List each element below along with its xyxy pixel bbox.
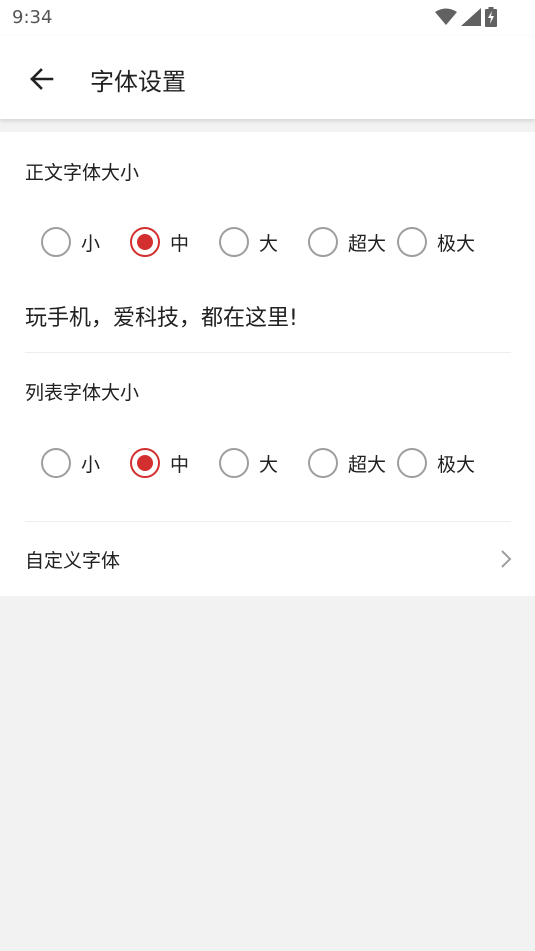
body-font-radio-small[interactable]: 小 bbox=[41, 226, 100, 258]
divider bbox=[25, 352, 511, 353]
list-font-radio-huge[interactable]: 极大 bbox=[397, 447, 475, 479]
body-font-radio-huge[interactable]: 极大 bbox=[397, 226, 475, 258]
list-font-radio-small[interactable]: 小 bbox=[41, 447, 100, 479]
font-settings-panel: 正文字体大小 小 中 大 超大 极大 玩手机，爱科技，都在这里! 列表字体大小 … bbox=[0, 132, 535, 596]
radio-label: 极大 bbox=[437, 232, 476, 255]
radio-dot bbox=[137, 234, 153, 250]
radio-button[interactable] bbox=[397, 227, 427, 257]
radio-button-checked[interactable] bbox=[130, 448, 160, 478]
app-bar: 字体设置 bbox=[0, 36, 535, 119]
battery-charging-icon bbox=[485, 7, 497, 27]
page-title: 字体设置 bbox=[90, 68, 186, 96]
font-preview-text: 玩手机，爱科技，都在这里! bbox=[25, 306, 298, 331]
body-font-size-title: 正文字体大小 bbox=[25, 162, 140, 184]
wifi-icon bbox=[435, 8, 457, 25]
back-button[interactable] bbox=[20, 58, 62, 100]
radio-label: 极大 bbox=[437, 453, 476, 476]
radio-button[interactable] bbox=[308, 227, 338, 257]
radio-button[interactable] bbox=[219, 227, 249, 257]
radio-button-checked[interactable] bbox=[130, 227, 160, 257]
list-font-size-title: 列表字体大小 bbox=[25, 382, 140, 404]
radio-button[interactable] bbox=[41, 448, 71, 478]
list-font-radio-extra-large[interactable]: 超大 bbox=[308, 447, 386, 479]
body-font-radio-extra-large[interactable]: 超大 bbox=[308, 226, 386, 258]
list-font-radio-large[interactable]: 大 bbox=[219, 447, 278, 479]
radio-button[interactable] bbox=[219, 448, 249, 478]
arrow-back-icon bbox=[30, 68, 54, 90]
status-icons bbox=[435, 6, 497, 28]
radio-button[interactable] bbox=[308, 448, 338, 478]
radio-label: 中 bbox=[170, 453, 190, 476]
radio-label: 超大 bbox=[348, 453, 387, 476]
status-time: 9:34 bbox=[12, 7, 53, 28]
list-font-radio-medium[interactable]: 中 bbox=[130, 447, 189, 479]
radio-label: 大 bbox=[259, 453, 279, 476]
status-bar: 9:34 bbox=[0, 0, 535, 36]
radio-dot bbox=[137, 455, 153, 471]
radio-label: 大 bbox=[259, 232, 279, 255]
body-font-radio-medium[interactable]: 中 bbox=[130, 226, 189, 258]
radio-button[interactable] bbox=[397, 448, 427, 478]
radio-label: 小 bbox=[81, 453, 101, 476]
body-font-radio-large[interactable]: 大 bbox=[219, 226, 278, 258]
chevron-right-icon bbox=[501, 550, 512, 568]
radio-label: 超大 bbox=[348, 232, 387, 255]
radio-label: 小 bbox=[81, 232, 101, 255]
radio-button[interactable] bbox=[41, 227, 71, 257]
custom-font-item[interactable]: 自定义字体 bbox=[0, 522, 535, 596]
radio-label: 中 bbox=[170, 232, 190, 255]
custom-font-label: 自定义字体 bbox=[25, 550, 121, 572]
cellular-signal-icon bbox=[461, 8, 481, 26]
